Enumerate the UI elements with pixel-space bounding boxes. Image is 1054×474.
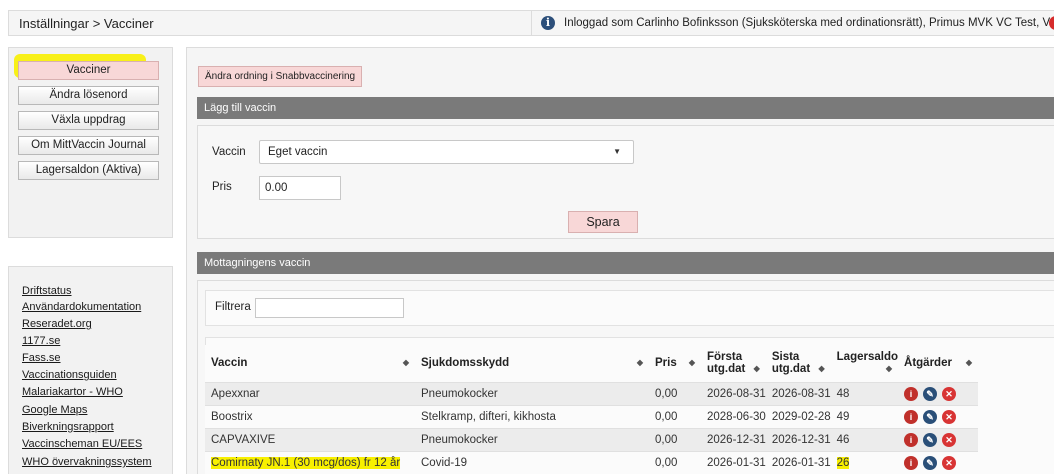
price-label: Pris (212, 181, 232, 193)
filter-input[interactable] (255, 298, 404, 318)
sort-icon: ◆ (402, 358, 409, 368)
link-documentation[interactable]: Användardokumentation (22, 301, 141, 313)
price-input[interactable]: 0.00 (259, 176, 341, 200)
cell-actions: i ✎ ✕ (898, 427, 979, 451)
sort-icon: ◆ (636, 358, 643, 368)
cell-vaccine: Apexxnar (205, 381, 415, 405)
cell-disease: Stelkramp, difteri, kikhosta (415, 404, 649, 428)
cell-stock: 49 (830, 404, 899, 428)
cell-first-expiry: 2026-12-31 (701, 427, 766, 451)
cell-vaccine: Boostrix (205, 404, 415, 428)
cell-first-expiry: 2026-08-31 (701, 381, 766, 405)
sort-icon: ◆ (818, 364, 825, 374)
cell-actions: i ✎ ✕ (898, 381, 979, 405)
cell-actions: i ✎ ✕ (898, 404, 979, 428)
info-icon[interactable]: i (541, 16, 555, 30)
cell-stock: 46 (830, 427, 899, 451)
cell-price: 0,00 (649, 404, 701, 428)
save-button[interactable]: Spara (568, 211, 638, 233)
top-bar: Inställningar > Vacciner i Inloggad som … (8, 10, 1054, 36)
link-google-maps[interactable]: Google Maps (22, 404, 87, 416)
cell-stock: 26 (830, 450, 899, 474)
cell-last-expiry: 2026-08-31 (765, 381, 831, 405)
cell-actions: i ✎ ✕ (898, 450, 979, 474)
breadcrumb: Inställningar > Vacciner (19, 16, 154, 31)
sidebar-item-about[interactable]: Om MittVaccin Journal (18, 136, 159, 155)
filter-label: Filtrera (215, 301, 251, 313)
link-reseradet[interactable]: Reseradet.org (22, 318, 92, 330)
link-fass[interactable]: Fass.se (22, 352, 61, 364)
login-status: Inloggad som Carlinho Bofinksson (Sjuksk… (564, 17, 1054, 29)
edit-icon[interactable]: ✎ (923, 386, 938, 401)
link-driftstatus[interactable]: Driftstatus (22, 285, 72, 297)
sort-icon: ◆ (753, 364, 760, 374)
table-row: CAPVAXIVE Pneumokocker 0,00 2026-12-31 2… (205, 427, 979, 451)
column-header-actions: Åtgärder ◆ (898, 345, 979, 382)
info-icon[interactable]: i (904, 409, 919, 424)
delete-icon[interactable]: ✕ (942, 432, 957, 447)
info-icon[interactable]: i (904, 386, 919, 401)
sort-icon: ◆ (965, 358, 973, 368)
link-malaria-maps[interactable]: Malariakartor - WHO (22, 386, 123, 398)
cell-price: 0,00 (649, 450, 701, 474)
cell-last-expiry: 2026-01-31 (765, 450, 831, 474)
delete-icon[interactable]: ✕ (942, 386, 957, 401)
cell-disease: Pneumokocker (415, 381, 649, 405)
info-icon[interactable]: i (904, 455, 919, 470)
link-vaccinationsguiden[interactable]: Vaccinationsguiden (22, 369, 117, 381)
vaccine-select-value: Eget vaccin (268, 146, 328, 158)
edit-icon[interactable]: ✎ (923, 432, 938, 447)
table-row: Boostrix Stelkramp, difteri, kikhosta 0,… (205, 404, 979, 428)
sort-icon: ◆ (885, 364, 893, 374)
link-adverse-report[interactable]: Biverkningsrapport (22, 421, 114, 433)
column-header-price[interactable]: Pris ◆ (649, 345, 701, 382)
cell-disease: Pneumokocker (415, 427, 649, 451)
cell-vaccine: CAPVAXIVE (205, 427, 415, 451)
table-row: Apexxnar Pneumokocker 0,00 2026-08-31 20… (205, 381, 979, 405)
sidebar-item-change-password[interactable]: Ändra lösenord (18, 86, 159, 105)
info-icon[interactable]: i (904, 432, 919, 447)
column-header-stock[interactable]: Lagersaldo ◆ (830, 345, 899, 382)
divider (531, 11, 532, 35)
vaccine-label: Vaccin (212, 146, 246, 158)
delete-icon[interactable]: ✕ (942, 409, 957, 424)
cell-price: 0,00 (649, 427, 701, 451)
link-vaccine-schedules[interactable]: Vaccinscheman EU/EES (22, 438, 142, 450)
vaccine-select[interactable]: Eget vaccin ▼ (259, 140, 634, 164)
cell-last-expiry: 2026-12-31 (765, 427, 831, 451)
sidebar-item-stock[interactable]: Lagersaldon (Aktiva) (18, 161, 159, 180)
vaccine-table: Vaccin ◆ Sjukdomsskydd ◆ Pris ◆ Första utg.… (205, 345, 979, 474)
delete-icon[interactable]: ✕ (942, 455, 957, 470)
column-header-last-expiry[interactable]: Sista utg.dat ◆ (765, 345, 831, 382)
column-header-disease[interactable]: Sjukdomsskydd ◆ (415, 345, 649, 382)
edit-icon[interactable]: ✎ (923, 409, 938, 424)
column-header-vaccine[interactable]: Vaccin ◆ (205, 345, 415, 382)
cell-disease: Covid-19 (415, 450, 649, 474)
cell-price: 0,00 (649, 381, 701, 405)
link-who-surveillance[interactable]: WHO övervakningssystem (22, 456, 152, 468)
add-vaccine-header: Lägg till vaccin (197, 97, 1054, 119)
table-row: Comirnaty JN.1 (30 mcg/dos) fr 12 år Cov… (205, 450, 979, 474)
clinic-vaccines-header: Mottagningens vaccin (197, 252, 1054, 274)
sort-icon: ◆ (688, 358, 695, 368)
sidebar-item-switch-assignment[interactable]: Växla uppdrag (18, 111, 159, 130)
edit-icon[interactable]: ✎ (923, 455, 938, 470)
cell-last-expiry: 2029-02-28 (765, 404, 831, 428)
cell-first-expiry: 2028-06-30 (701, 404, 766, 428)
reorder-quick-vaccination-button[interactable]: Ändra ordning i Snabbvaccinering (198, 66, 363, 87)
caret-down-icon: ▼ (613, 147, 621, 156)
cell-first-expiry: 2026-01-31 (701, 450, 766, 474)
cell-stock: 48 (830, 381, 899, 405)
sidebar-item-vacciner[interactable]: Vacciner (18, 61, 159, 80)
column-header-first-expiry[interactable]: Första utg.dat ◆ (701, 345, 766, 382)
cell-vaccine: Comirnaty JN.1 (30 mcg/dos) fr 12 år (205, 450, 415, 474)
link-1177[interactable]: 1177.se (22, 335, 60, 347)
